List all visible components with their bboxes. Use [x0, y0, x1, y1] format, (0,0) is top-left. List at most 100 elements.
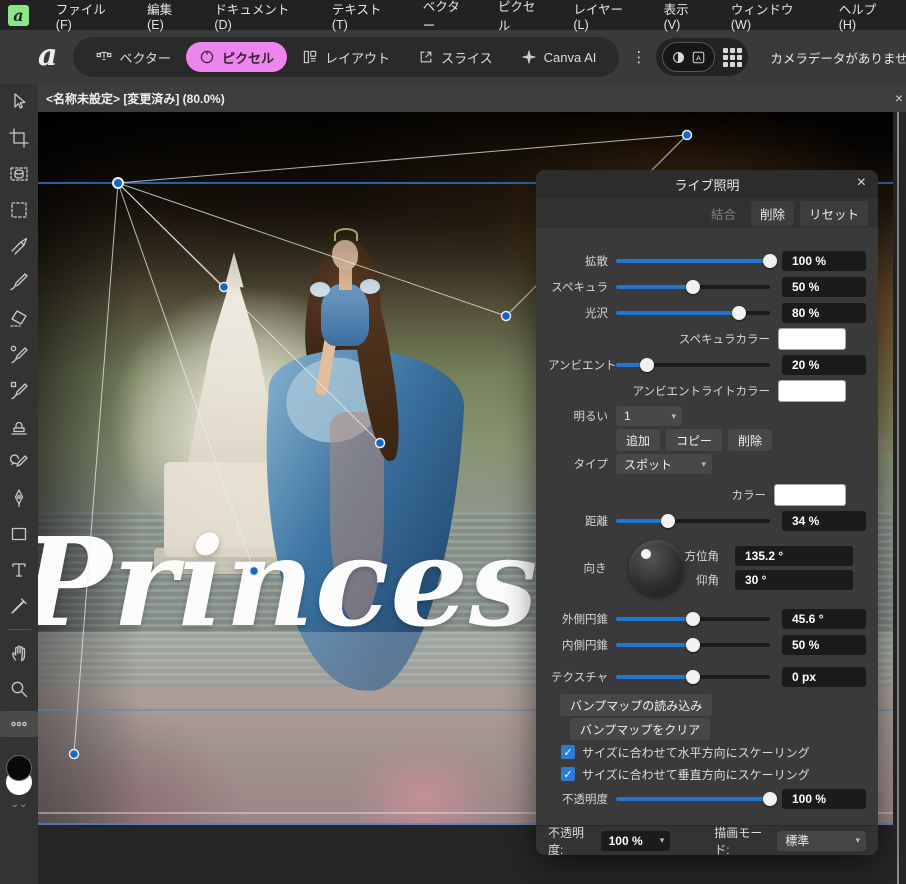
zoom-tool[interactable]: [0, 671, 38, 707]
scale-vertical-checkbox[interactable]: ✓: [561, 767, 575, 781]
eraser-tool[interactable]: [0, 300, 38, 336]
footer-opacity-select[interactable]: 100 %▾: [601, 831, 671, 851]
outer-cone-slider-thumb[interactable]: [686, 612, 700, 626]
view-tool[interactable]: [0, 635, 38, 671]
ambient-slider-thumb[interactable]: [640, 358, 654, 372]
shininess-slider-thumb[interactable]: [732, 306, 746, 320]
reset-button[interactable]: リセット: [800, 201, 868, 226]
app-logo-icon[interactable]: a: [8, 5, 29, 26]
shape-tool[interactable]: [0, 516, 38, 552]
menu-view[interactable]: 表示(V): [651, 0, 718, 30]
undo-brush-tool[interactable]: [0, 444, 38, 480]
menu-help[interactable]: ヘルプ(H): [826, 0, 906, 30]
delete-filter-button[interactable]: 削除: [751, 201, 794, 226]
menu-vector[interactable]: ベクター: [410, 0, 485, 30]
texture-slider-thumb[interactable]: [686, 670, 700, 684]
inner-cone-slider[interactable]: [616, 643, 770, 647]
elevation-value[interactable]: 30 °: [735, 570, 853, 590]
panel-header[interactable]: ライブ照明 ×: [536, 170, 878, 198]
document-tab[interactable]: <名称未設定> [変更済み] (80.0%): [38, 90, 225, 107]
diffuse-slider-thumb[interactable]: [763, 254, 777, 268]
light-handle[interactable]: [376, 439, 385, 448]
pen-tool[interactable]: [0, 480, 38, 516]
persona-canva-ai[interactable]: Canva AI: [508, 42, 610, 72]
opacity-slider-thumb[interactable]: [763, 792, 777, 806]
persona-vector[interactable]: ベクター: [83, 42, 183, 72]
direction-knob[interactable]: [629, 540, 685, 596]
menu-text[interactable]: テキスト(T): [319, 0, 410, 30]
texture-value[interactable]: 0 px: [782, 667, 866, 687]
ambient-value[interactable]: 20 %: [782, 355, 866, 375]
menu-document[interactable]: ドキュメント(D): [201, 0, 318, 30]
paint-brush-tool[interactable]: [0, 264, 38, 300]
opacity-value[interactable]: 100 %: [782, 789, 866, 809]
clone-stamp-tool[interactable]: [0, 408, 38, 444]
light-handle[interactable]: [502, 312, 511, 321]
toolbar-overflow-menu[interactable]: ⋮: [631, 48, 646, 66]
outer-cone-slider[interactable]: [616, 617, 770, 621]
distance-slider[interactable]: [616, 519, 770, 523]
more-tools-button[interactable]: [0, 711, 38, 737]
move-tool[interactable]: [0, 84, 38, 120]
vertical-scrollbar[interactable]: [897, 112, 899, 884]
mixer-brush-tool[interactable]: [0, 228, 38, 264]
light-color-swatch[interactable]: [774, 484, 846, 506]
distance-slider-thumb[interactable]: [661, 514, 675, 528]
panel-action-bar: 結合 削除 リセット: [536, 198, 878, 228]
ambient-slider[interactable]: [616, 363, 770, 367]
light-handle[interactable]: [113, 178, 123, 188]
persona-slice[interactable]: スライス: [405, 42, 506, 72]
persona-pixel[interactable]: ピクセル: [186, 42, 287, 72]
ambient-color-swatch[interactable]: [778, 380, 846, 402]
shininess-slider[interactable]: [616, 311, 770, 315]
persona-layout[interactable]: レイアウト: [289, 42, 403, 72]
load-bump-map-button[interactable]: バンプマップの読み込み: [560, 694, 712, 716]
diffuse-slider[interactable]: [616, 259, 770, 263]
foreground-color-swatch[interactable]: [6, 755, 32, 781]
pixel-tool[interactable]: [0, 372, 38, 408]
swap-colors-icon[interactable]: ⌄⌄: [11, 799, 28, 810]
menu-pixel[interactable]: ピクセル: [485, 0, 561, 30]
inner-cone-value[interactable]: 50 %: [782, 635, 866, 655]
texture-slider[interactable]: [616, 675, 770, 679]
diffuse-value[interactable]: 100 %: [782, 251, 866, 271]
azimuth-value[interactable]: 135.2 °: [735, 546, 853, 566]
specular-value[interactable]: 50 %: [782, 277, 866, 297]
light-select[interactable]: 1▾: [616, 406, 682, 426]
text-tool[interactable]: [0, 552, 38, 588]
type-select[interactable]: スポット▾: [616, 454, 712, 474]
light-handle[interactable]: [683, 131, 692, 140]
scale-horizontal-checkbox[interactable]: ✓: [561, 745, 575, 759]
specular-slider[interactable]: [616, 285, 770, 289]
color-replacement-brush-tool[interactable]: [0, 336, 38, 372]
opacity-slider[interactable]: [616, 797, 770, 801]
copy-light-button[interactable]: コピー: [666, 429, 722, 451]
menu-file[interactable]: ファイル(F): [43, 0, 134, 30]
light-handle[interactable]: [220, 283, 229, 292]
light-handle[interactable]: [70, 750, 79, 759]
studio-presets-icon[interactable]: [723, 48, 742, 67]
color-swatches[interactable]: [4, 755, 34, 797]
menu-window[interactable]: ウィンドウ(W): [718, 0, 826, 30]
specular-slider-thumb[interactable]: [686, 280, 700, 294]
marquee-tool[interactable]: [0, 192, 38, 228]
selection-brush-tool[interactable]: [0, 156, 38, 192]
shininess-value[interactable]: 80 %: [782, 303, 866, 323]
assistant-toggle[interactable]: A: [662, 42, 715, 72]
tab-close-icon[interactable]: ×: [895, 90, 903, 106]
add-light-button[interactable]: 追加: [616, 429, 660, 451]
inner-cone-slider-thumb[interactable]: [686, 638, 700, 652]
menu-layer[interactable]: レイヤー(L): [560, 0, 650, 30]
crop-tool[interactable]: [0, 120, 38, 156]
color-picker-tool[interactable]: [0, 588, 38, 624]
menu-edit[interactable]: 編集(E): [134, 0, 201, 30]
footer-blend-select[interactable]: 標準▾: [777, 831, 866, 851]
distance-value[interactable]: 34 %: [782, 511, 866, 531]
clear-bump-map-button[interactable]: バンプマップをクリア: [570, 718, 710, 740]
light-handle[interactable]: [250, 567, 259, 576]
panel-close-icon[interactable]: ×: [857, 174, 866, 192]
merge-button[interactable]: 結合: [702, 201, 745, 226]
delete-light-button[interactable]: 削除: [728, 429, 772, 451]
outer-cone-value[interactable]: 45.6 °: [782, 609, 866, 629]
specular-color-swatch[interactable]: [778, 328, 846, 350]
